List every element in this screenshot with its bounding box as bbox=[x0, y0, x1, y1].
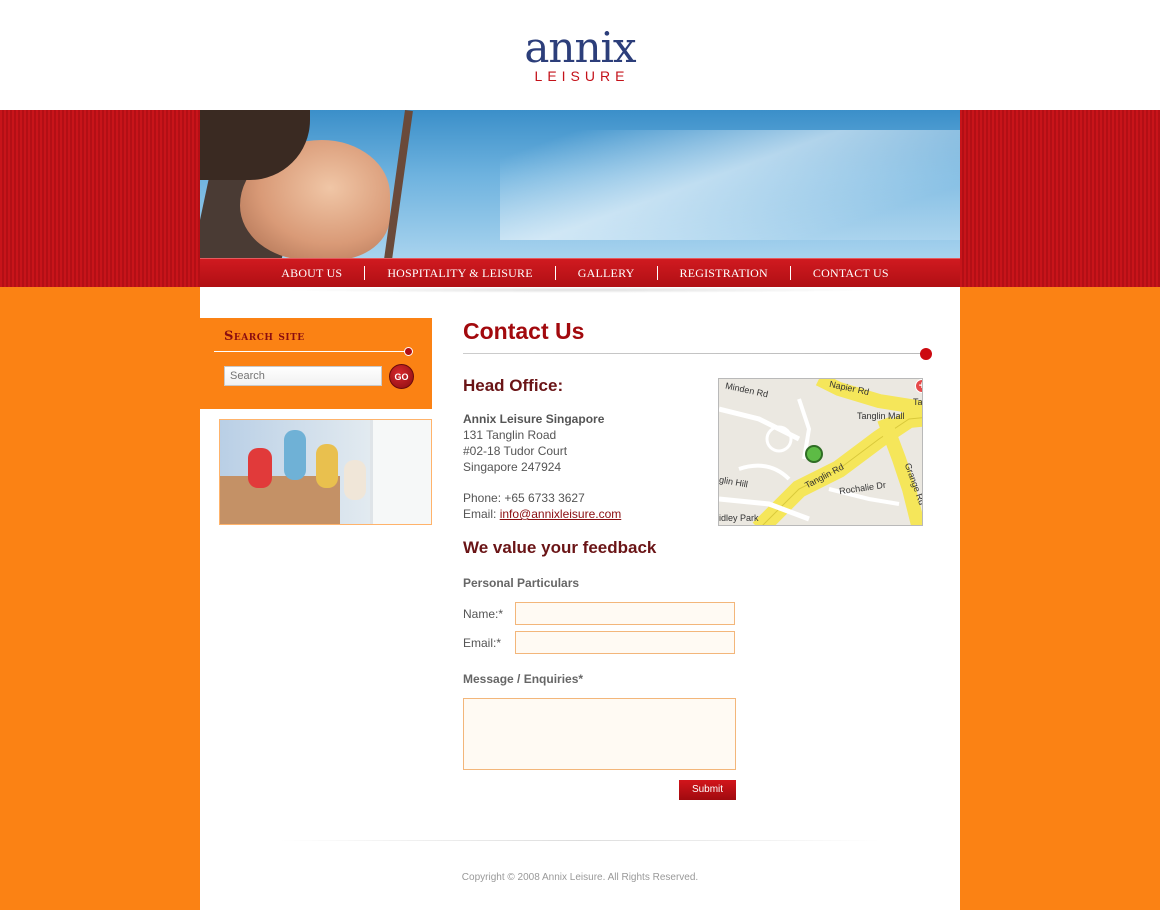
phone-text: Phone: +65 6733 3627 bbox=[463, 491, 585, 505]
page-title: Contact Us bbox=[463, 318, 585, 344]
nav-hospitality-leisure[interactable]: HOSPITALITY & LEISURE bbox=[365, 266, 556, 280]
search-title: Search site bbox=[224, 329, 305, 344]
search-divider bbox=[214, 351, 406, 352]
main-nav: ABOUT US HOSPITALITY & LEISURE GALLERY R… bbox=[200, 258, 960, 287]
title-divider bbox=[463, 353, 923, 354]
zoom-in-icon[interactable]: + bbox=[915, 379, 922, 393]
search-divider-dot bbox=[404, 347, 413, 356]
logo-word: annix bbox=[524, 23, 636, 72]
search-input[interactable] bbox=[224, 366, 382, 386]
head-office-heading: Head Office: bbox=[463, 376, 564, 395]
address-block: Annix Leisure Singapore 131 Tanglin Road… bbox=[463, 411, 621, 522]
nav-registration[interactable]: REGISTRATION bbox=[658, 266, 791, 280]
title-divider-dot bbox=[920, 348, 932, 360]
message-label: Message / Enquiries* bbox=[463, 672, 584, 686]
email-label: Email: bbox=[463, 507, 500, 521]
submit-button[interactable]: Submit bbox=[679, 780, 736, 800]
nav-contact-us[interactable]: CONTACT US bbox=[791, 266, 911, 280]
company-name: Annix Leisure Singapore bbox=[463, 412, 605, 426]
map-label: Tanglin Mall bbox=[857, 411, 905, 421]
email-row: Email: info@annixleisure.com bbox=[463, 506, 621, 522]
map-label: idley Park bbox=[719, 513, 759, 523]
logo[interactable]: annix LEISURE bbox=[520, 23, 640, 88]
map-pin-icon[interactable] bbox=[805, 445, 823, 463]
name-field[interactable] bbox=[515, 602, 735, 625]
search-panel: Search site GO bbox=[200, 318, 432, 409]
location-map[interactable]: Minden Rd Napier Rd Tanglin Mall Tanglin… bbox=[718, 378, 923, 526]
footer-divider bbox=[280, 840, 880, 841]
email-field[interactable] bbox=[515, 631, 735, 654]
nav-about-us[interactable]: ABOUT US bbox=[259, 266, 366, 280]
address-line: #02-18 Tudor Court bbox=[463, 444, 568, 458]
nav-gallery[interactable]: GALLERY bbox=[556, 266, 658, 280]
address-line: Singapore 247924 bbox=[463, 460, 562, 474]
logo-sub: LEISURE bbox=[534, 68, 630, 84]
personal-heading: Personal Particulars bbox=[463, 576, 580, 590]
sidebar-photo bbox=[219, 419, 432, 525]
feedback-heading: We value your feedback bbox=[463, 538, 657, 557]
email-link[interactable]: info@annixleisure.com bbox=[500, 507, 622, 521]
search-go-button[interactable]: GO bbox=[389, 364, 414, 389]
copyright-text: Copyright © 2008 Annix Leisure. All Righ… bbox=[461, 872, 699, 883]
name-label: Name:* bbox=[463, 607, 504, 621]
hero-banner bbox=[200, 110, 960, 258]
message-textarea[interactable] bbox=[463, 698, 736, 770]
email-field-label: Email:* bbox=[463, 636, 502, 650]
map-label: Ta bbox=[913, 397, 923, 407]
nav-shadow bbox=[280, 287, 880, 293]
address-line: 131 Tanglin Road bbox=[463, 428, 557, 442]
